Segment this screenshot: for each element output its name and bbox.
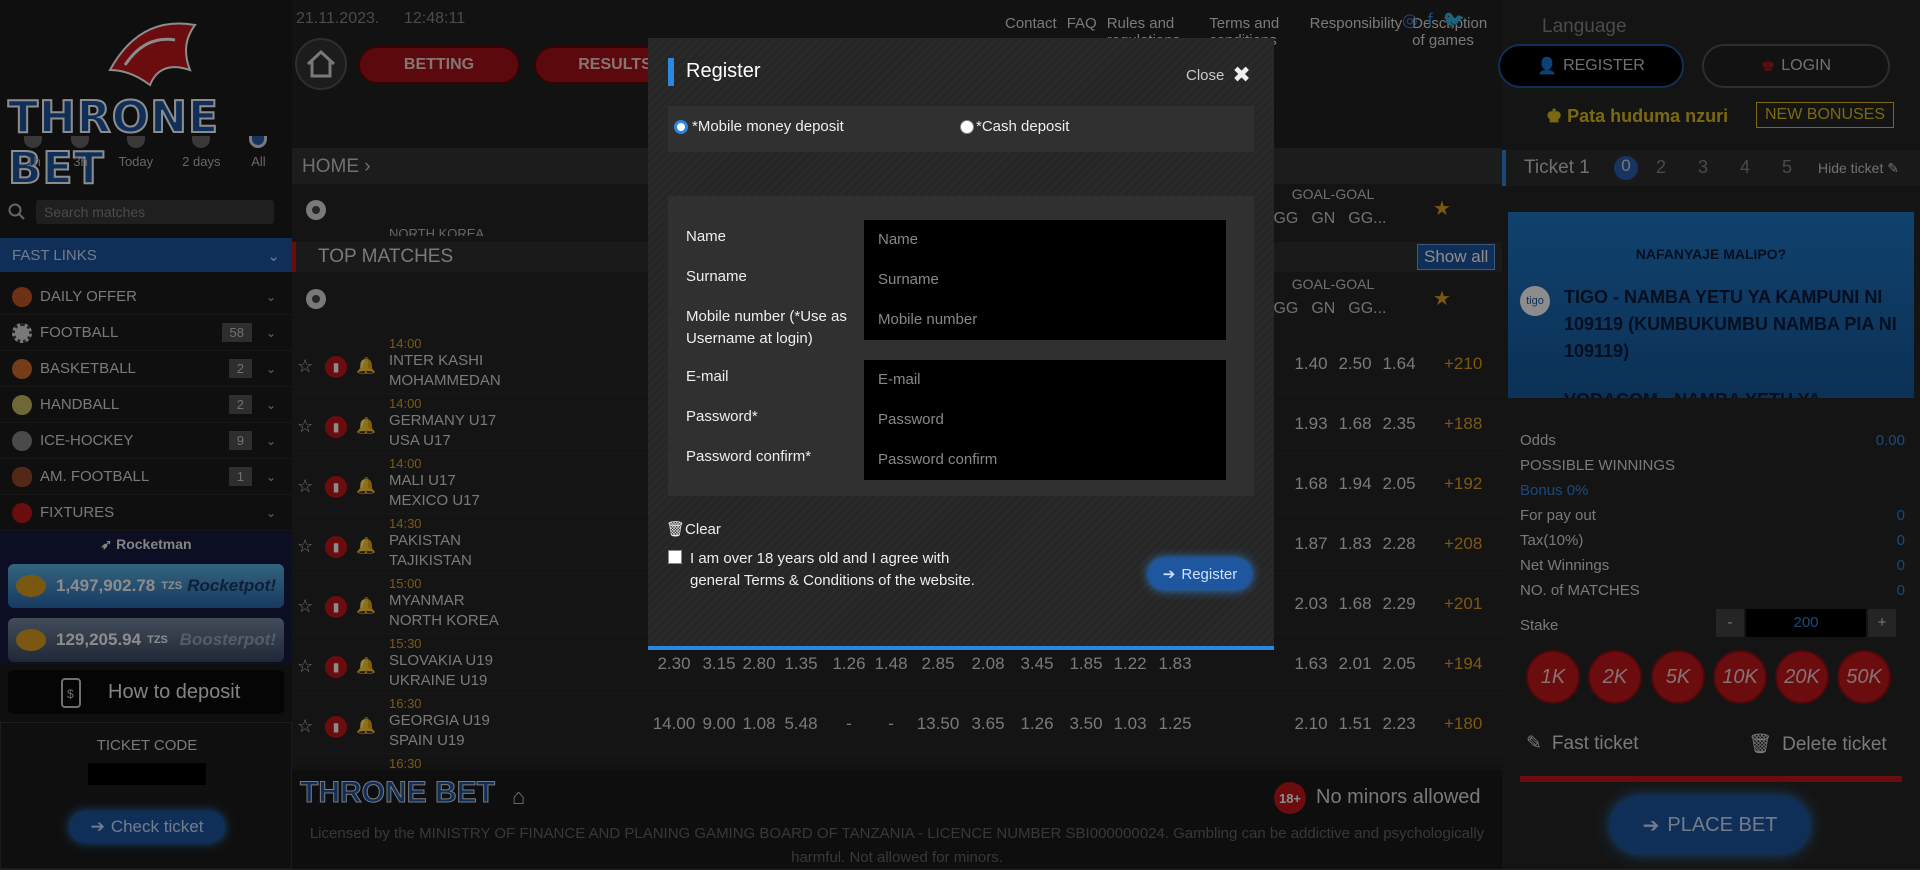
deposit-options: *Mobile money deposit *Cash deposit — [668, 106, 1254, 152]
clear-button[interactable]: 🗑Clear — [666, 520, 721, 538]
title-accent — [668, 58, 674, 86]
password-confirm-field[interactable]: Password confirm — [864, 440, 1226, 480]
name-field[interactable]: Name — [864, 220, 1226, 260]
close-button[interactable]: Close ✖ — [1186, 62, 1251, 88]
agree-text: I am over 18 years old and I agree with … — [690, 550, 975, 589]
email-label: E-mail — [686, 368, 729, 385]
password-field[interactable]: Password — [864, 400, 1226, 440]
mobile-label: Mobile number (*Use as Username at login… — [686, 308, 847, 347]
agree-checkbox[interactable] — [668, 550, 682, 564]
password-confirm-label: Password confirm* — [686, 448, 812, 465]
arrow-right-circle-icon: ➔ — [1162, 566, 1176, 583]
modal-title: Register — [686, 60, 761, 82]
radio-mobile-money[interactable]: *Mobile money deposit — [674, 118, 844, 135]
surname-label: Surname — [686, 268, 747, 285]
register-submit-button[interactable]: ➔ Register — [1148, 558, 1252, 590]
mobile-field[interactable]: Mobile number — [864, 300, 1226, 340]
name-label: Name — [686, 228, 727, 245]
email-field[interactable]: E-mail — [864, 360, 1226, 400]
register-modal: Register Close ✖ *Mobile money deposit *C… — [648, 38, 1274, 650]
trash-icon: 🗑 — [666, 521, 686, 538]
password-label: Password* — [686, 408, 758, 425]
surname-field[interactable]: Surname — [864, 260, 1226, 300]
modal-bottom-accent — [648, 646, 1274, 650]
radio-cash-deposit[interactable]: *Cash deposit — [960, 118, 1069, 135]
close-icon: ✖ — [1232, 62, 1251, 87]
